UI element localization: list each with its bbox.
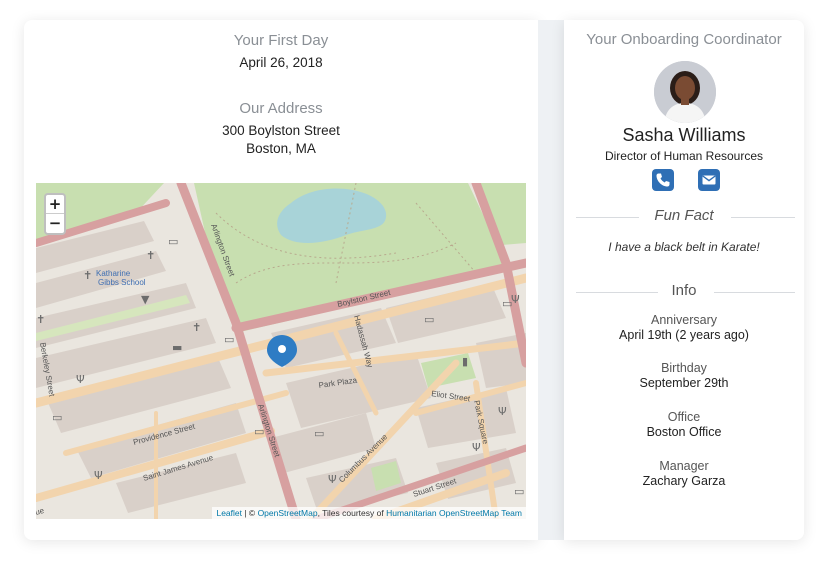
osm-link[interactable]: OpenStreetMap [258,508,318,518]
svg-text:✝: ✝ [36,313,45,326]
coordinator-name: Sasha Williams [622,125,746,145]
svg-text:▮: ▮ [462,355,468,368]
svg-text:▭: ▭ [52,411,62,424]
map-label-school-2: Gibbs School [98,278,146,287]
svg-text:✝: ✝ [192,321,201,334]
info-title: Info [671,282,697,299]
svg-text:Ψ: Ψ [498,405,507,418]
svg-text:Ψ: Ψ [511,293,520,306]
coordinator-panel: Your Onboarding Coordinator Sasha Willia… [564,20,804,540]
envelope-icon [702,175,716,185]
svg-text:▭: ▭ [424,313,434,326]
fun-fact-text: I have a black belt in Karate! [608,240,760,254]
svg-text:▭: ▭ [224,333,234,346]
svg-text:▭: ▭ [514,485,524,498]
svg-text:▼: ▼ [141,293,150,306]
coordinator-role: Director of Human Resources [604,149,764,163]
birthday-value: September 29th [639,376,729,390]
address-title: Our Address [239,100,323,117]
fun-fact-title: Fun Fact [654,207,714,224]
hot-link[interactable]: Humanitarian OpenStreetMap Team [386,508,522,518]
attribution-middle-text: , Tiles courtesy of [317,508,387,518]
leaflet-link[interactable]: Leaflet [216,508,242,518]
panel-gutter [538,20,564,540]
map-attribution: Leaflet | © OpenStreetMap, Tiles courtes… [212,507,526,519]
svg-text:▭: ▭ [314,427,324,440]
avatar [654,61,716,123]
map-tiles[interactable]: ✝ ✝ ✝ ✝ ▭ ▼ ▬ Ψ ▭ Ψ ▭ ▭ ▭ Ψ ▭ ▮ Ψ Ψ ▭ ▭ [36,183,526,519]
office-label: Office [667,410,701,424]
svg-text:✝: ✝ [146,249,155,262]
first-day-title: Your First Day [233,32,329,49]
svg-text:Ψ: Ψ [76,373,85,386]
svg-text:✝: ✝ [83,269,92,282]
map-label-school-1: Katharine [96,269,131,278]
zoom-in-button[interactable]: + [46,195,64,214]
email-button[interactable] [698,169,720,191]
anniversary-label: Anniversary [651,313,717,327]
svg-text:Ψ: Ψ [472,441,481,454]
manager-value: Zachary Garza [642,474,726,488]
first-day-date: April 26, 2018 [239,55,323,70]
divider [731,217,795,218]
coordinator-title: Your Onboarding Coordinator [586,31,782,48]
map[interactable]: ✝ ✝ ✝ ✝ ▭ ▼ ▬ Ψ ▭ Ψ ▭ ▭ ▭ Ψ ▭ ▮ Ψ Ψ ▭ ▭ [36,183,526,519]
zoom-control: + − [44,193,66,235]
address-line-2: Boston, MA [246,141,316,156]
attribution-separator: | © [242,508,258,518]
zoom-out-button[interactable]: − [46,214,64,233]
call-button[interactable] [652,169,674,191]
birthday-label: Birthday [661,361,707,375]
office-value: Boston Office [646,425,722,439]
first-day-panel: Your First Day April 26, 2018 Our Addres… [24,20,538,540]
svg-text:Ψ: Ψ [94,469,103,482]
divider [714,292,795,293]
anniversary-value: April 19th (2 years ago) [619,328,749,342]
manager-label: Manager [659,459,709,473]
svg-text:▭: ▭ [254,425,264,438]
phone-icon [656,173,670,187]
address-line-1: 300 Boylston Street [222,123,340,138]
svg-text:▭: ▭ [168,235,178,248]
fun-fact-heading: Fun Fact [564,207,804,227]
svg-text:Ψ: Ψ [328,473,337,486]
svg-text:▬: ▬ [172,341,182,354]
info-heading: Info [564,282,804,302]
